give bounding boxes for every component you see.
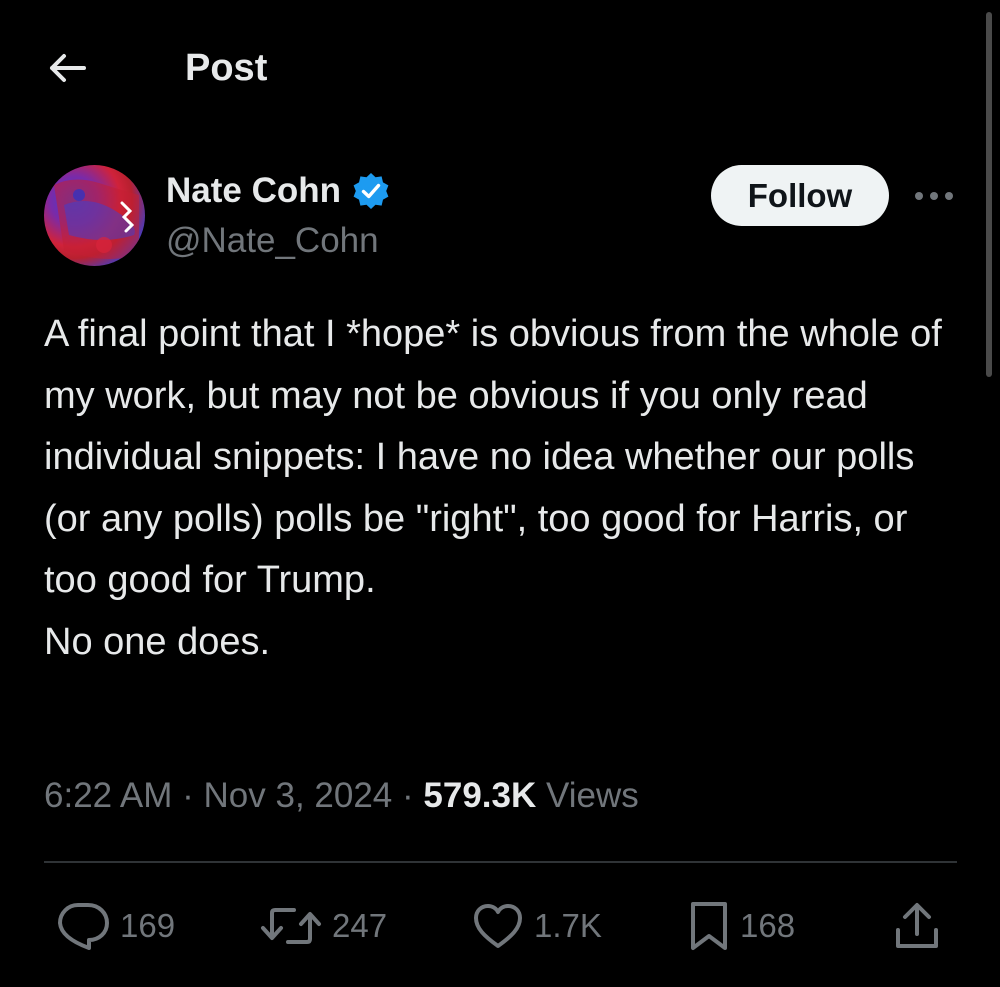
scrollbar[interactable] bbox=[986, 12, 992, 377]
tweet-date[interactable]: Nov 3, 2024 bbox=[204, 776, 393, 815]
bookmark-button[interactable]: 168 bbox=[688, 898, 795, 954]
reply-button[interactable]: 169 bbox=[56, 898, 175, 954]
author-name-row: Nate Cohn bbox=[166, 168, 391, 214]
share-icon bbox=[896, 903, 938, 948]
more-options-button[interactable] bbox=[910, 180, 958, 212]
views-count: 579.3K bbox=[423, 776, 537, 815]
meta-separator-2: · bbox=[392, 776, 424, 815]
tweet-meta: 6:22 AM · Nov 3, 2024 · 579.3K Views bbox=[44, 770, 639, 822]
views-label: Views bbox=[536, 776, 639, 815]
repost-icon bbox=[261, 908, 321, 944]
divider bbox=[44, 861, 957, 863]
repost-count: 247 bbox=[332, 907, 388, 944]
more-horizontal-icon bbox=[915, 192, 953, 200]
bookmark-count: 168 bbox=[740, 907, 796, 944]
top-bar: Post bbox=[0, 0, 1000, 135]
reply-count: 169 bbox=[120, 907, 176, 944]
author-name[interactable]: Nate Cohn bbox=[166, 168, 341, 214]
tweet-time[interactable]: 6:22 AM bbox=[44, 776, 172, 815]
meta-separator: · bbox=[172, 776, 204, 815]
reply-icon bbox=[58, 903, 109, 950]
bookmark-icon bbox=[691, 902, 727, 950]
follow-button[interactable]: Follow bbox=[711, 165, 889, 226]
avatar-map-image bbox=[54, 179, 139, 259]
share-button[interactable] bbox=[892, 898, 942, 954]
verified-badge-icon bbox=[351, 171, 391, 211]
author-handle[interactable]: @Nate_Cohn bbox=[166, 218, 391, 264]
avatar[interactable] bbox=[44, 165, 145, 266]
page-title: Post bbox=[185, 47, 268, 89]
like-button[interactable]: 1.7K bbox=[472, 898, 602, 954]
heart-icon bbox=[474, 904, 522, 948]
author-block: Nate Cohn @Nate_Cohn bbox=[166, 168, 391, 264]
like-count: 1.7K bbox=[534, 907, 602, 944]
tweet-text: A final point that I *hope* is obvious f… bbox=[44, 313, 942, 663]
arrow-left-icon bbox=[50, 54, 86, 82]
back-button[interactable] bbox=[40, 44, 92, 92]
repost-button[interactable]: 247 bbox=[260, 898, 387, 954]
